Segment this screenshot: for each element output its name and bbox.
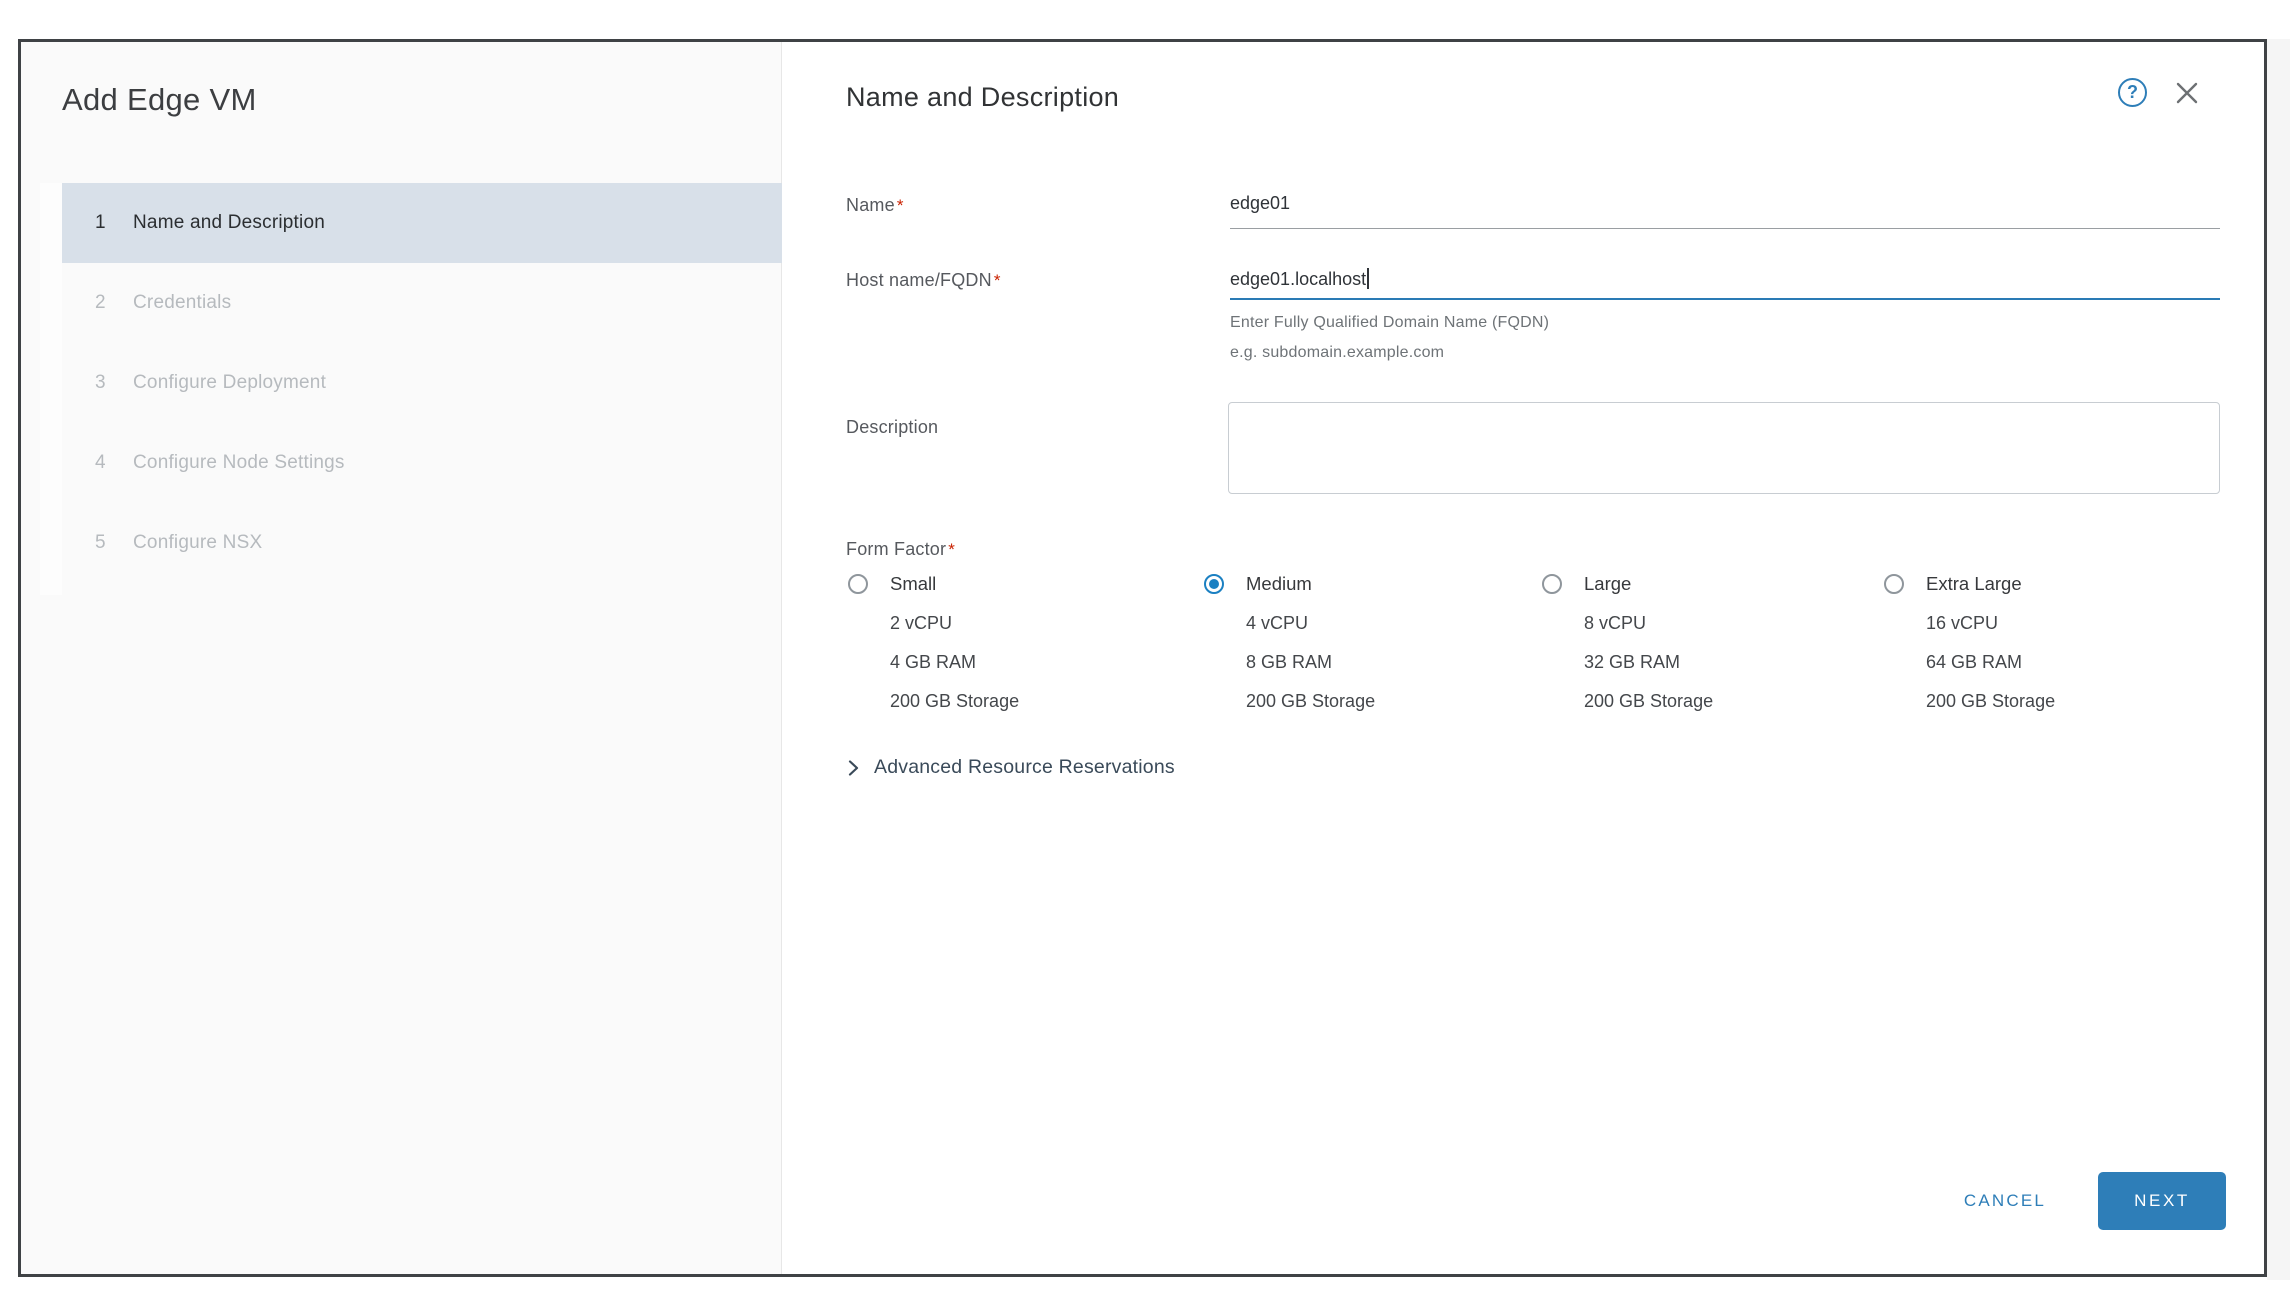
step-label: Configure Node Settings — [133, 452, 345, 474]
background-strip — [2267, 39, 2290, 1280]
radio-option-extra-large[interactable]: Extra Large — [1884, 570, 2224, 598]
radio-icon-unselected[interactable] — [1542, 574, 1562, 594]
step-label: Configure Deployment — [133, 372, 326, 394]
add-edge-vm-dialog: Add Edge VM 1 Name and Description 2 Cre… — [18, 39, 2267, 1277]
page-title: Name and Description — [846, 82, 1119, 113]
step-number: 2 — [95, 292, 133, 314]
radio-label: Medium — [1246, 573, 1312, 595]
spec-storage: 200 GB Storage — [1246, 682, 1544, 721]
radio-option-small[interactable]: Small — [848, 570, 1188, 598]
step-number: 1 — [95, 212, 133, 234]
radio-label: Extra Large — [1926, 573, 2022, 595]
spec-ram: 32 GB RAM — [1584, 643, 1882, 682]
step-label: Name and Description — [133, 212, 325, 234]
radio-icon-unselected[interactable] — [1884, 574, 1904, 594]
step-name-and-description[interactable]: 1 Name and Description — [62, 183, 782, 263]
form-factor-label: Form Factor* — [846, 539, 955, 560]
name-input-underline — [1230, 228, 2220, 229]
radio-label: Small — [890, 573, 936, 595]
spec-vcpu: 2 vCPU — [890, 604, 1188, 643]
form-factor-option-extra-large: Extra Large 16 vCPU 64 GB RAM 200 GB Sto… — [1884, 570, 2224, 721]
steps-scroll-gutter — [40, 183, 62, 595]
option-specs: 16 vCPU 64 GB RAM 200 GB Storage — [1926, 604, 2224, 721]
spec-vcpu: 8 vCPU — [1584, 604, 1882, 643]
spec-ram: 8 GB RAM — [1246, 643, 1544, 682]
form-factor-option-large: Large 8 vCPU 32 GB RAM 200 GB Storage — [1542, 570, 1882, 721]
advanced-resource-reservations-toggle[interactable]: Advanced Resource Reservations — [844, 756, 1175, 779]
close-icon[interactable] — [2171, 77, 2203, 109]
hostname-input[interactable]: edge01.localhost — [1230, 268, 1369, 290]
name-input[interactable]: edge01 — [1230, 193, 1290, 214]
spec-vcpu: 16 vCPU — [1926, 604, 2224, 643]
step-label: Credentials — [133, 292, 231, 314]
help-icon[interactable]: ? — [2118, 78, 2147, 107]
required-asterisk: * — [994, 271, 1001, 290]
step-number: 3 — [95, 372, 133, 394]
spec-storage: 200 GB Storage — [1926, 682, 2224, 721]
form-factor-option-small: Small 2 vCPU 4 GB RAM 200 GB Storage — [848, 570, 1188, 721]
step-configure-node-settings[interactable]: 4 Configure Node Settings — [62, 423, 782, 503]
form-factor-option-medium: Medium 4 vCPU 8 GB RAM 200 GB Storage — [1204, 570, 1544, 721]
chevron-right-icon — [844, 759, 862, 777]
page-background: Add Edge VM 1 Name and Description 2 Cre… — [0, 0, 2290, 1302]
radio-label: Large — [1584, 573, 1631, 595]
wizard-steps: 1 Name and Description 2 Credentials 3 C… — [62, 183, 782, 583]
name-label: Name* — [846, 195, 904, 216]
required-asterisk: * — [948, 540, 955, 559]
hostname-label: Host name/FQDN* — [846, 270, 1001, 291]
radio-option-large[interactable]: Large — [1542, 570, 1882, 598]
spec-ram: 4 GB RAM — [890, 643, 1188, 682]
spec-storage: 200 GB Storage — [890, 682, 1188, 721]
advanced-resource-reservations-label: Advanced Resource Reservations — [874, 756, 1175, 779]
wizard-sidebar: Add Edge VM 1 Name and Description 2 Cre… — [21, 42, 782, 1274]
hostname-value: edge01.localhost — [1230, 269, 1366, 289]
next-button[interactable]: NEXT — [2098, 1172, 2226, 1230]
description-input[interactable] — [1228, 402, 2220, 494]
option-specs: 2 vCPU 4 GB RAM 200 GB Storage — [890, 604, 1188, 721]
step-number: 5 — [95, 532, 133, 554]
option-specs: 8 vCPU 32 GB RAM 200 GB Storage — [1584, 604, 1882, 721]
step-configure-deployment[interactable]: 3 Configure Deployment — [62, 343, 782, 423]
step-number: 4 — [95, 452, 133, 474]
step-configure-nsx[interactable]: 5 Configure NSX — [62, 503, 782, 583]
spec-ram: 64 GB RAM — [1926, 643, 2224, 682]
radio-icon-unselected[interactable] — [848, 574, 868, 594]
hostname-input-underline-focused — [1230, 298, 2220, 300]
step-credentials[interactable]: 2 Credentials — [62, 263, 782, 343]
cancel-button[interactable]: CANCEL — [1940, 1182, 2070, 1220]
form-factor-label-text: Form Factor — [846, 539, 946, 559]
hostname-label-text: Host name/FQDN — [846, 270, 992, 290]
name-label-text: Name — [846, 195, 895, 215]
step-label: Configure NSX — [133, 532, 262, 554]
text-cursor — [1367, 268, 1369, 289]
hostname-helper-line1: Enter Fully Qualified Domain Name (FQDN) — [1230, 314, 1549, 332]
radio-option-medium[interactable]: Medium — [1204, 570, 1544, 598]
spec-storage: 200 GB Storage — [1584, 682, 1882, 721]
dialog-title: Add Edge VM — [62, 82, 257, 118]
radio-icon-selected[interactable] — [1204, 574, 1224, 594]
hostname-helper-line2: e.g. subdomain.example.com — [1230, 344, 1444, 362]
description-label: Description — [846, 417, 938, 438]
spec-vcpu: 4 vCPU — [1246, 604, 1544, 643]
required-asterisk: * — [897, 196, 904, 215]
option-specs: 4 vCPU 8 GB RAM 200 GB Storage — [1246, 604, 1544, 721]
